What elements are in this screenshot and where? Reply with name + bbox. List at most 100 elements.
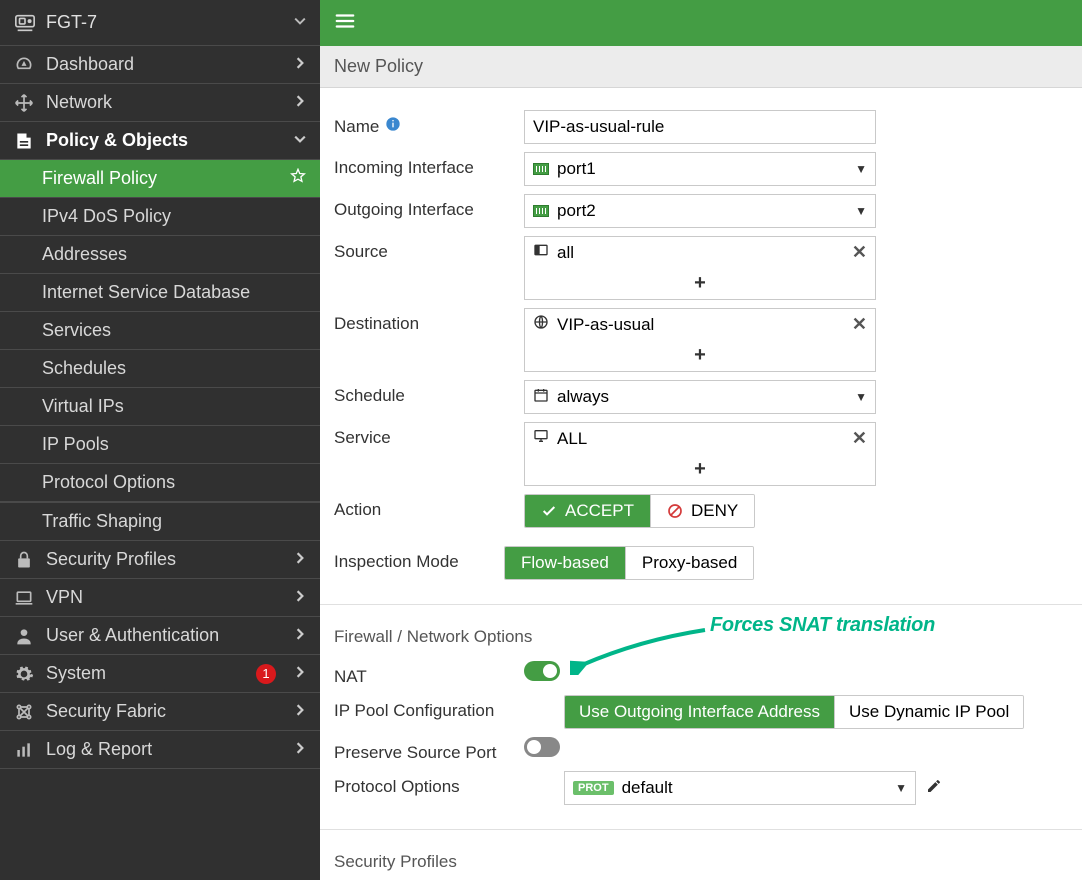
vip-icon bbox=[533, 314, 549, 335]
inspection-label: Inspection Mode bbox=[334, 546, 504, 572]
sidebar-item-network[interactable]: Network bbox=[0, 84, 320, 122]
edit-icon[interactable] bbox=[926, 778, 942, 799]
sidebar-item-label: System bbox=[46, 663, 244, 684]
star-icon[interactable] bbox=[290, 168, 306, 189]
remove-icon[interactable]: ✕ bbox=[852, 314, 867, 335]
remove-icon[interactable]: ✕ bbox=[852, 428, 867, 449]
sidebar-item-services[interactable]: Services bbox=[0, 312, 320, 350]
deny-button[interactable]: DENY bbox=[651, 495, 754, 527]
ippool-label: IP Pool Configuration bbox=[334, 695, 564, 721]
add-service[interactable]: + bbox=[525, 454, 875, 485]
calendar-icon bbox=[533, 387, 549, 408]
sidebar-item-label: Policy & Objects bbox=[46, 130, 282, 151]
sidebar-item-label: IPv4 DoS Policy bbox=[42, 206, 306, 227]
caret-down-icon: ▼ bbox=[855, 162, 867, 176]
destination-box[interactable]: VIP-as-usual ✕ + bbox=[524, 308, 876, 372]
incoming-label: Incoming Interface bbox=[334, 152, 524, 178]
sidebar-item-dospolicy[interactable]: IPv4 DoS Policy bbox=[0, 198, 320, 236]
flow-based-button[interactable]: Flow-based bbox=[505, 547, 626, 579]
sidebar-item-label: Firewall Policy bbox=[42, 168, 278, 189]
firewall-section-title: Firewall / Network Options bbox=[334, 627, 1068, 647]
proxy-based-button[interactable]: Proxy-based bbox=[626, 547, 753, 579]
lock-icon bbox=[14, 550, 34, 570]
source-box[interactable]: all ✕ + bbox=[524, 236, 876, 300]
chevron-right-icon bbox=[294, 627, 306, 645]
policy-icon bbox=[14, 131, 34, 151]
sidebar-item-dashboard[interactable]: Dashboard bbox=[0, 46, 320, 84]
protocol-options-label: Protocol Options bbox=[334, 771, 564, 797]
sidebar-item-label: Log & Report bbox=[46, 739, 282, 760]
security-profiles-section-title: Security Profiles bbox=[334, 852, 1068, 872]
caret-down-icon: ▼ bbox=[855, 204, 867, 218]
sidebar-item-policy[interactable]: Policy & Objects bbox=[0, 122, 320, 160]
incoming-interface-select[interactable]: port1 ▼ bbox=[524, 152, 876, 186]
sidebar-item-fwpolicy[interactable]: Firewall Policy bbox=[0, 160, 320, 198]
schedule-value: always bbox=[557, 387, 609, 407]
accept-button[interactable]: ACCEPT bbox=[525, 495, 651, 527]
service-box[interactable]: ALL ✕ + bbox=[524, 422, 876, 486]
sidebar-item-traffic[interactable]: Traffic Shaping bbox=[0, 503, 320, 541]
use-dynamic-pool-button[interactable]: Use Dynamic IP Pool bbox=[835, 696, 1023, 728]
nat-toggle[interactable] bbox=[524, 661, 560, 681]
add-destination[interactable]: + bbox=[525, 340, 875, 371]
preserve-source-port-toggle[interactable] bbox=[524, 737, 560, 757]
destination-label: Destination bbox=[334, 308, 524, 334]
sidebar-item-addresses[interactable]: Addresses bbox=[0, 236, 320, 274]
use-outgoing-address-button[interactable]: Use Outgoing Interface Address bbox=[565, 696, 835, 728]
service-icon bbox=[533, 428, 549, 449]
sidebar-item-vpn[interactable]: VPN bbox=[0, 579, 320, 617]
sidebar-item-userauth[interactable]: User & Authentication bbox=[0, 617, 320, 655]
gauge-icon bbox=[14, 55, 34, 75]
sidebar-item-fabric[interactable]: Security Fabric bbox=[0, 693, 320, 731]
sidebar-item-system[interactable]: System 1 bbox=[0, 655, 320, 693]
chevron-right-icon bbox=[294, 589, 306, 607]
source-value: all bbox=[557, 243, 574, 263]
sidebar-item-log[interactable]: Log & Report bbox=[0, 731, 320, 769]
port-icon bbox=[533, 205, 549, 217]
sidebar-item-label: Virtual IPs bbox=[42, 396, 306, 417]
content: Name Incoming Interface port1 ▼ bbox=[320, 88, 1082, 880]
sidebar-item-label: Dashboard bbox=[46, 54, 282, 75]
chevron-down-icon bbox=[294, 132, 306, 150]
gear-icon bbox=[14, 664, 34, 684]
sidebar-item-label: VPN bbox=[46, 587, 282, 608]
protocol-options-value: default bbox=[622, 778, 673, 798]
sidebar-item-label: Addresses bbox=[42, 244, 306, 265]
action-group: ACCEPT DENY bbox=[524, 494, 755, 528]
protocol-options-select[interactable]: PROT default ▼ bbox=[564, 771, 916, 805]
schedule-select[interactable]: always ▼ bbox=[524, 380, 876, 414]
chevron-right-icon bbox=[294, 551, 306, 569]
ippool-group: Use Outgoing Interface Address Use Dynam… bbox=[564, 695, 1024, 729]
chevron-right-icon bbox=[294, 703, 306, 721]
sidebar-item-schedules[interactable]: Schedules bbox=[0, 350, 320, 388]
name-label: Name bbox=[334, 117, 379, 137]
add-source[interactable]: + bbox=[525, 268, 875, 299]
sidebar-item-ippools[interactable]: IP Pools bbox=[0, 426, 320, 464]
sidebar-item-label: Security Profiles bbox=[46, 549, 282, 570]
chevron-right-icon bbox=[294, 665, 306, 683]
device-header[interactable]: FGT-7 bbox=[0, 0, 320, 46]
sidebar-item-vips[interactable]: Virtual IPs bbox=[0, 388, 320, 426]
badge: 1 bbox=[256, 664, 276, 684]
name-input[interactable] bbox=[524, 110, 876, 144]
info-icon[interactable] bbox=[385, 116, 401, 137]
chevron-right-icon bbox=[294, 56, 306, 74]
sidebar-item-isdb[interactable]: Internet Service Database bbox=[0, 274, 320, 312]
sidebar-item-label: User & Authentication bbox=[46, 625, 282, 646]
port-icon bbox=[533, 163, 549, 175]
sidebar-item-label: Internet Service Database bbox=[42, 282, 306, 303]
caret-down-icon: ▼ bbox=[855, 390, 867, 404]
sidebar-item-label: Security Fabric bbox=[46, 701, 282, 722]
outgoing-value: port2 bbox=[557, 201, 596, 221]
device-logo-icon bbox=[14, 12, 36, 34]
device-dropdown-icon[interactable] bbox=[294, 14, 306, 32]
device-name: FGT-7 bbox=[46, 12, 284, 33]
remove-icon[interactable]: ✕ bbox=[852, 242, 867, 263]
nav: Dashboard Network Policy & Objects Firew… bbox=[0, 46, 320, 880]
hamburger-icon[interactable] bbox=[334, 10, 356, 37]
fabric-icon bbox=[14, 702, 34, 722]
sidebar-item-secprof[interactable]: Security Profiles bbox=[0, 541, 320, 579]
outgoing-interface-select[interactable]: port2 ▼ bbox=[524, 194, 876, 228]
sidebar-item-protopts[interactable]: Protocol Options bbox=[0, 464, 320, 502]
action-label: Action bbox=[334, 494, 524, 520]
